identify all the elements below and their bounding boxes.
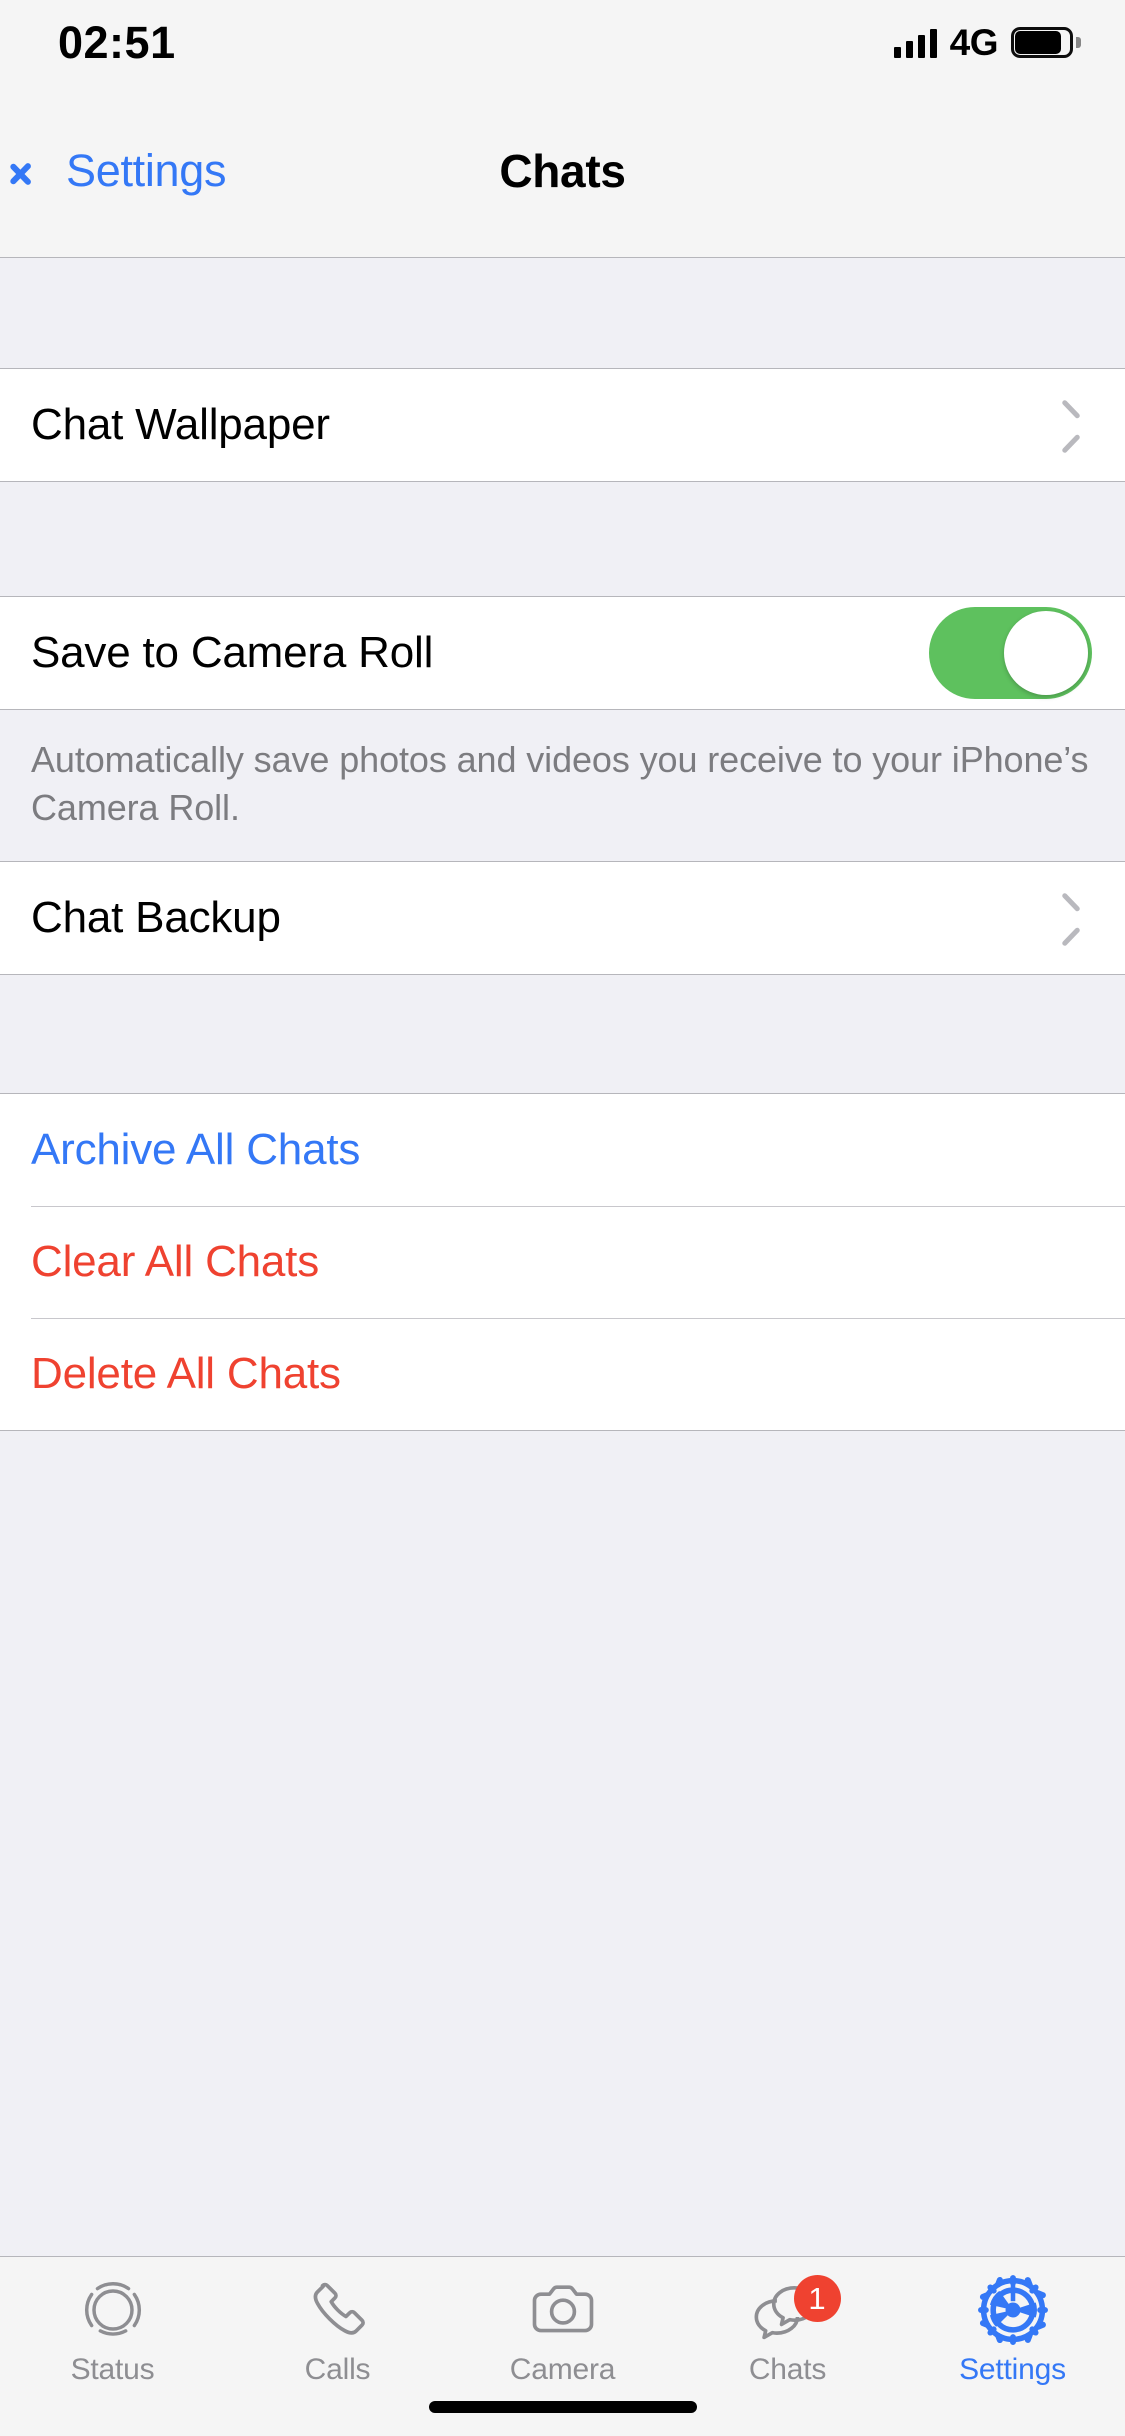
tab-calls[interactable]: Calls — [225, 2257, 450, 2387]
row-label: Chat Wallpaper — [31, 400, 330, 449]
save-to-camera-roll-toggle[interactable] — [929, 607, 1092, 699]
row-archive-all-chats[interactable]: Archive All Chats — [0, 1094, 1125, 1207]
row-chat-backup[interactable]: Chat Backup — [0, 862, 1125, 975]
tab-label: Calls — [304, 2353, 371, 2386]
settings-table: Chat Wallpaper Save to Camera Roll Autom… — [0, 259, 1125, 2256]
signal-bars-icon — [893, 28, 937, 58]
row-label: Clear All Chats — [31, 1237, 320, 1287]
row-delete-all-chats[interactable]: Delete All Chats — [0, 1318, 1125, 1431]
row-label: Archive All Chats — [31, 1125, 361, 1175]
section-chat-wallpaper: Chat Wallpaper — [0, 368, 1125, 482]
status-rings-icon — [67, 2271, 159, 2349]
row-save-to-camera-roll[interactable]: Save to Camera Roll — [0, 597, 1125, 709]
section-gap — [0, 975, 1125, 1094]
page-title: Chats — [499, 145, 626, 197]
tab-bar: Status Calls Camera 1 Chats Settings — [0, 2256, 1125, 2436]
phone-screen: 02:51 4G Settings Chats Chat Wallpaper S… — [0, 0, 1125, 2436]
battery-icon — [1011, 27, 1081, 58]
gear-icon — [967, 2271, 1059, 2349]
navigation-bar: Settings Chats — [0, 85, 1125, 258]
tab-label: Chats — [748, 2353, 827, 2386]
row-label: Save to Camera Roll — [31, 628, 434, 677]
tab-label: Status — [70, 2353, 155, 2386]
row-clear-all-chats[interactable]: Clear All Chats — [0, 1206, 1125, 1319]
chevron-right-icon — [1065, 407, 1085, 443]
tab-label: Settings — [959, 2353, 1066, 2386]
tab-chats[interactable]: 1 Chats — [675, 2257, 900, 2387]
row-label: Delete All Chats — [31, 1349, 341, 1399]
section-save-to-camera-roll: Save to Camera Roll — [0, 596, 1125, 710]
toggle-knob — [1004, 611, 1088, 695]
tab-settings[interactable]: Settings — [900, 2257, 1125, 2387]
phone-icon — [292, 2271, 384, 2349]
status-bar-indicators: 4G — [893, 21, 1081, 64]
section-gap — [0, 259, 1125, 368]
row-label: Chat Backup — [31, 893, 281, 943]
chat-bubbles-icon: 1 — [742, 2271, 841, 2349]
tab-status[interactable]: Status — [0, 2257, 225, 2387]
section-footer-text: Automatically save photos and videos you… — [0, 710, 1125, 832]
tab-label: Camera — [509, 2353, 616, 2386]
section-gap — [0, 831, 1125, 862]
chats-badge: 1 — [793, 2275, 841, 2322]
section-chat-backup: Chat Backup — [0, 861, 1125, 976]
section-gap — [0, 482, 1125, 596]
tab-camera[interactable]: Camera — [450, 2257, 675, 2387]
row-chat-wallpaper[interactable]: Chat Wallpaper — [0, 369, 1125, 481]
section-chat-actions: Archive All Chats Clear All Chats Delete… — [0, 1093, 1125, 1432]
camera-icon — [517, 2271, 609, 2349]
chevron-right-icon — [1065, 900, 1085, 936]
network-type-label: 4G — [949, 21, 999, 63]
home-indicator — [428, 2401, 697, 2413]
status-bar-time: 02:51 — [58, 16, 176, 68]
status-bar: 02:51 4G — [0, 0, 1125, 85]
